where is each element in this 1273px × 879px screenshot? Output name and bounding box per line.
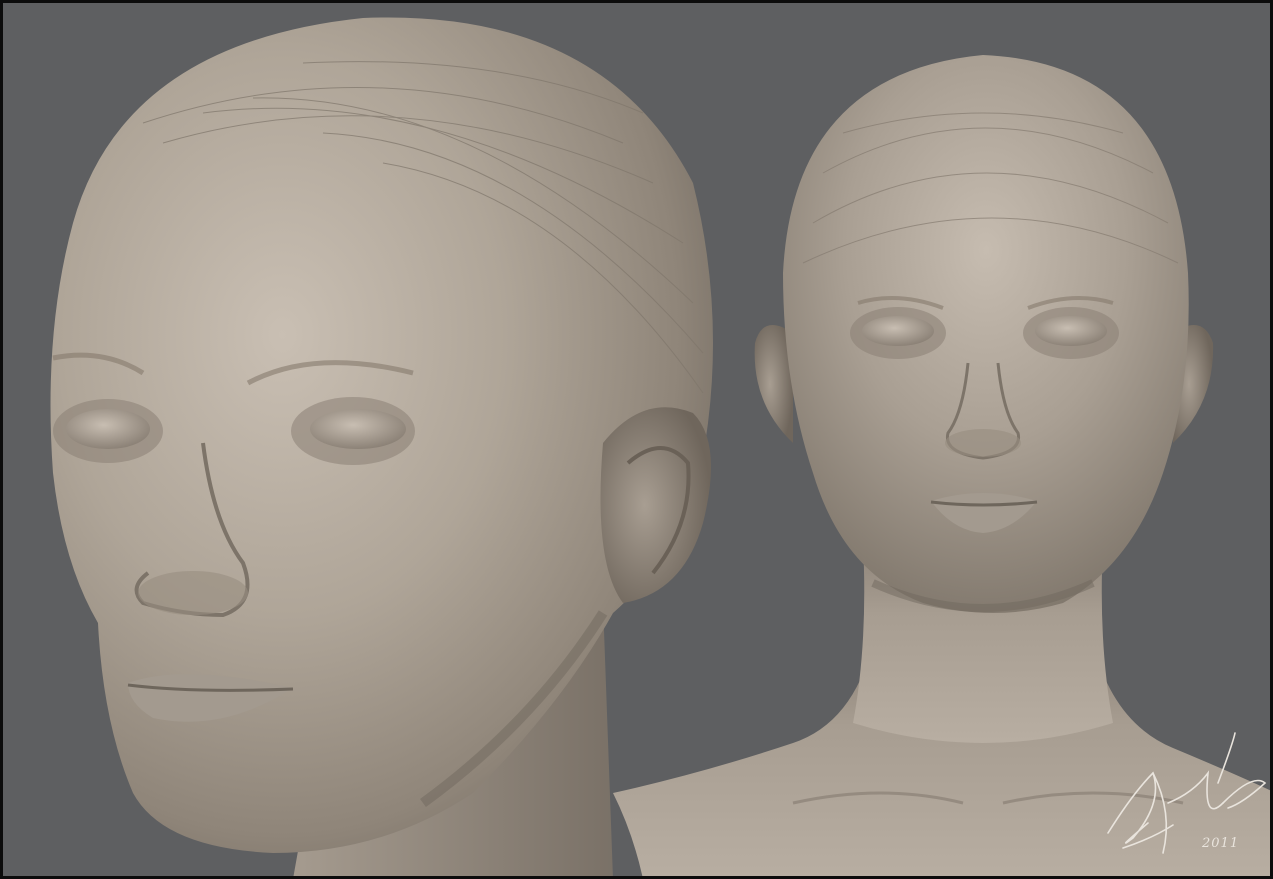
- front-view-eye-1: [862, 316, 934, 346]
- artwork-canvas: 2011: [0, 0, 1273, 879]
- sculpt-render: [50, 17, 1270, 876]
- three-quarter-head-view: [50, 17, 713, 876]
- front-bust-view: [613, 55, 1270, 876]
- left-view-eye-1: [66, 409, 150, 449]
- left-view-eye-2: [310, 409, 406, 449]
- front-view-eye-2: [1035, 316, 1107, 346]
- signature-year: 2011: [1202, 836, 1240, 851]
- left-ear: [600, 407, 711, 603]
